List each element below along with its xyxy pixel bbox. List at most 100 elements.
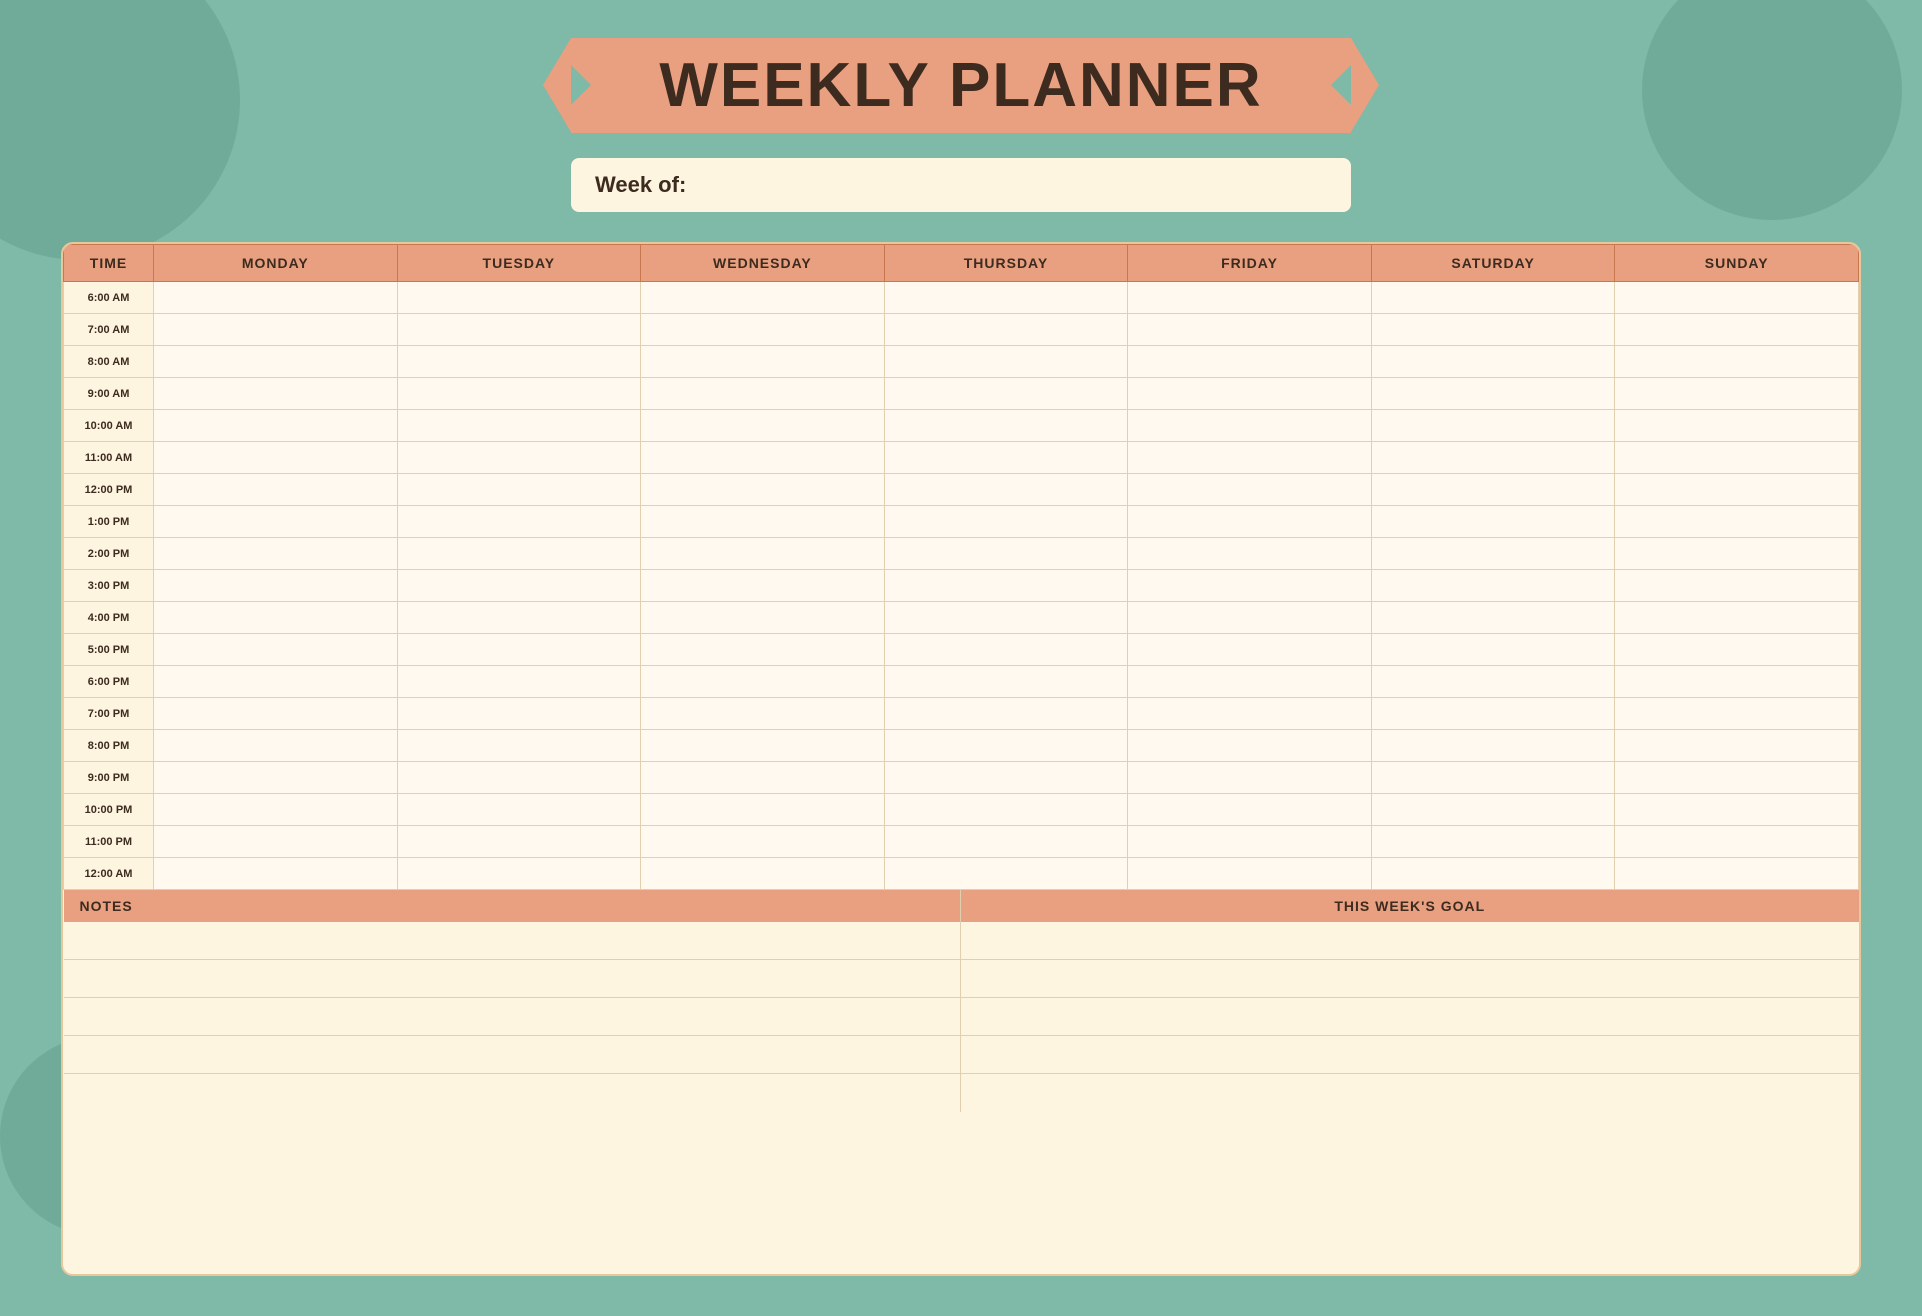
goal-line[interactable]: [961, 1074, 1859, 1112]
notes-line[interactable]: [64, 998, 961, 1036]
schedule-cell[interactable]: [1128, 634, 1372, 666]
schedule-cell[interactable]: [1371, 826, 1615, 858]
schedule-cell[interactable]: [397, 602, 641, 634]
schedule-cell[interactable]: [884, 506, 1128, 538]
schedule-cell[interactable]: [884, 570, 1128, 602]
schedule-cell[interactable]: [1371, 570, 1615, 602]
schedule-cell[interactable]: [1371, 858, 1615, 890]
schedule-cell[interactable]: [1615, 346, 1859, 378]
schedule-cell[interactable]: [641, 698, 885, 730]
schedule-cell[interactable]: [1615, 410, 1859, 442]
schedule-cell[interactable]: [641, 378, 885, 410]
schedule-cell[interactable]: [884, 314, 1128, 346]
schedule-cell[interactable]: [154, 378, 398, 410]
schedule-cell[interactable]: [1371, 762, 1615, 794]
schedule-cell[interactable]: [1615, 282, 1859, 314]
schedule-cell[interactable]: [1128, 666, 1372, 698]
schedule-cell[interactable]: [1128, 730, 1372, 762]
schedule-cell[interactable]: [154, 474, 398, 506]
schedule-cell[interactable]: [1615, 666, 1859, 698]
schedule-cell[interactable]: [1371, 378, 1615, 410]
schedule-cell[interactable]: [641, 442, 885, 474]
schedule-cell[interactable]: [884, 698, 1128, 730]
schedule-cell[interactable]: [397, 698, 641, 730]
schedule-cell[interactable]: [1128, 282, 1372, 314]
schedule-cell[interactable]: [884, 858, 1128, 890]
schedule-cell[interactable]: [1615, 698, 1859, 730]
schedule-cell[interactable]: [641, 858, 885, 890]
schedule-cell[interactable]: [1615, 538, 1859, 570]
schedule-cell[interactable]: [1615, 634, 1859, 666]
schedule-cell[interactable]: [397, 538, 641, 570]
schedule-cell[interactable]: [154, 666, 398, 698]
schedule-cell[interactable]: [641, 730, 885, 762]
schedule-cell[interactable]: [154, 570, 398, 602]
schedule-cell[interactable]: [884, 666, 1128, 698]
schedule-cell[interactable]: [1128, 474, 1372, 506]
schedule-cell[interactable]: [397, 634, 641, 666]
schedule-cell[interactable]: [1128, 858, 1372, 890]
schedule-cell[interactable]: [884, 282, 1128, 314]
schedule-cell[interactable]: [884, 474, 1128, 506]
schedule-cell[interactable]: [884, 538, 1128, 570]
schedule-cell[interactable]: [641, 634, 885, 666]
schedule-cell[interactable]: [1128, 314, 1372, 346]
schedule-cell[interactable]: [641, 282, 885, 314]
schedule-cell[interactable]: [1371, 506, 1615, 538]
schedule-cell[interactable]: [154, 634, 398, 666]
schedule-cell[interactable]: [154, 282, 398, 314]
schedule-cell[interactable]: [884, 762, 1128, 794]
notes-line[interactable]: [64, 1036, 961, 1074]
notes-line[interactable]: [64, 922, 961, 960]
schedule-cell[interactable]: [1371, 794, 1615, 826]
schedule-cell[interactable]: [641, 794, 885, 826]
schedule-cell[interactable]: [154, 314, 398, 346]
schedule-cell[interactable]: [1371, 346, 1615, 378]
schedule-cell[interactable]: [397, 506, 641, 538]
schedule-cell[interactable]: [1371, 634, 1615, 666]
schedule-cell[interactable]: [397, 730, 641, 762]
schedule-cell[interactable]: [154, 506, 398, 538]
schedule-cell[interactable]: [1371, 602, 1615, 634]
schedule-cell[interactable]: [1615, 794, 1859, 826]
schedule-cell[interactable]: [1371, 730, 1615, 762]
schedule-cell[interactable]: [1615, 762, 1859, 794]
schedule-cell[interactable]: [154, 730, 398, 762]
schedule-cell[interactable]: [641, 506, 885, 538]
schedule-cell[interactable]: [641, 538, 885, 570]
schedule-cell[interactable]: [397, 666, 641, 698]
schedule-cell[interactable]: [397, 762, 641, 794]
schedule-cell[interactable]: [1128, 794, 1372, 826]
schedule-cell[interactable]: [397, 826, 641, 858]
schedule-cell[interactable]: [397, 314, 641, 346]
schedule-cell[interactable]: [397, 282, 641, 314]
schedule-cell[interactable]: [641, 666, 885, 698]
schedule-cell[interactable]: [1128, 698, 1372, 730]
schedule-cell[interactable]: [1128, 506, 1372, 538]
schedule-cell[interactable]: [1615, 858, 1859, 890]
schedule-cell[interactable]: [1615, 506, 1859, 538]
schedule-cell[interactable]: [884, 794, 1128, 826]
schedule-cell[interactable]: [1371, 666, 1615, 698]
notes-line[interactable]: [64, 960, 961, 998]
notes-line[interactable]: [64, 1074, 961, 1112]
schedule-cell[interactable]: [1615, 730, 1859, 762]
schedule-cell[interactable]: [884, 634, 1128, 666]
schedule-cell[interactable]: [154, 762, 398, 794]
schedule-cell[interactable]: [1371, 474, 1615, 506]
schedule-cell[interactable]: [884, 826, 1128, 858]
schedule-cell[interactable]: [1371, 698, 1615, 730]
schedule-cell[interactable]: [1371, 442, 1615, 474]
schedule-cell[interactable]: [1128, 538, 1372, 570]
schedule-cell[interactable]: [641, 762, 885, 794]
schedule-cell[interactable]: [1615, 442, 1859, 474]
schedule-cell[interactable]: [884, 378, 1128, 410]
schedule-cell[interactable]: [154, 794, 398, 826]
goal-line[interactable]: [961, 960, 1859, 998]
schedule-cell[interactable]: [641, 570, 885, 602]
schedule-cell[interactable]: [1615, 570, 1859, 602]
schedule-cell[interactable]: [1128, 762, 1372, 794]
schedule-cell[interactable]: [154, 602, 398, 634]
schedule-cell[interactable]: [884, 730, 1128, 762]
schedule-cell[interactable]: [884, 346, 1128, 378]
